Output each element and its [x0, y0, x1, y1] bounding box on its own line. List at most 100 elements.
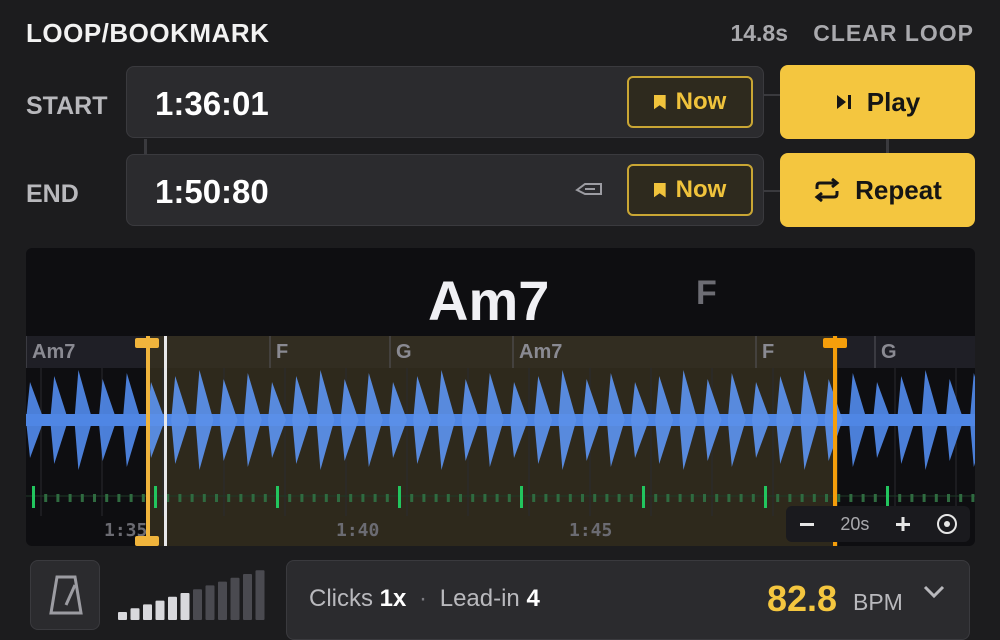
beat-tick	[544, 494, 548, 502]
beat-tick	[117, 494, 121, 502]
zoom-level: 20s	[840, 513, 870, 534]
beat-tick	[459, 494, 462, 502]
repeat-label: Repeat	[855, 174, 942, 205]
volume-bar	[180, 593, 190, 620]
beat-tick	[751, 494, 755, 502]
beat-tick	[398, 486, 401, 508]
playhead[interactable]	[164, 336, 167, 546]
volume-bar	[118, 612, 127, 620]
beat-tick	[190, 494, 194, 502]
start-now-label: Now	[675, 88, 727, 115]
beat-tick	[593, 494, 597, 502]
plus-icon[interactable]	[894, 515, 912, 533]
beat-tick	[666, 494, 670, 502]
loop-end-handle-top[interactable]	[823, 338, 847, 348]
volume-bar	[205, 585, 215, 620]
chord-label: G	[881, 341, 897, 363]
waveform-peak	[74, 370, 93, 470]
beat-tick	[715, 494, 719, 502]
beat-tick	[288, 494, 292, 502]
eraser-icon[interactable]	[575, 181, 603, 197]
beat-tick	[812, 494, 816, 502]
beat-tick	[105, 494, 109, 502]
start-now-button[interactable]: Now	[627, 76, 753, 128]
start-label: START	[26, 92, 108, 120]
end-now-button[interactable]: Now	[627, 164, 753, 216]
clear-loop-button[interactable]: CLEAR LOOP	[813, 20, 974, 47]
beat-tick	[300, 494, 304, 502]
beat-tick	[56, 494, 60, 502]
beat-tick	[629, 494, 633, 502]
beat-tick	[483, 494, 487, 502]
chord-label: G	[396, 341, 412, 363]
beat-tick	[276, 486, 279, 508]
beat-tick	[861, 494, 865, 502]
loop-start-marker[interactable]	[146, 336, 150, 546]
minus-icon[interactable]	[798, 515, 816, 533]
start-time-field[interactable]: 1:36:01 Now	[126, 66, 764, 138]
beat-tick	[690, 494, 694, 502]
beat-tick	[215, 494, 218, 502]
beat-tick	[32, 486, 35, 508]
bookmark-icon	[653, 94, 666, 110]
beat-tick	[800, 494, 804, 502]
waveform-peak	[921, 370, 940, 470]
volume-meter[interactable]	[114, 566, 274, 620]
beat-tick	[227, 494, 231, 502]
play-from-start-icon	[836, 95, 851, 109]
beat-tick	[556, 494, 560, 502]
beat-tick	[910, 494, 914, 502]
chevron-down-icon[interactable]	[923, 585, 945, 599]
beat-tick	[44, 494, 48, 502]
waveform-peak	[848, 373, 867, 467]
beat-tick	[495, 494, 499, 502]
chord-label: Am7	[519, 341, 562, 363]
beat-tick	[312, 494, 316, 502]
end-label: END	[26, 180, 79, 208]
beat-tick	[934, 494, 938, 502]
beat-tick	[776, 494, 780, 502]
beat-tick	[898, 494, 902, 502]
clicks-value: 1x	[379, 585, 407, 612]
beat-tick	[764, 486, 767, 508]
volume-bar	[230, 577, 240, 620]
beat-tick	[568, 494, 572, 502]
chord-label: F	[762, 341, 774, 363]
beat-tick	[922, 494, 926, 502]
waveform-peak	[122, 373, 141, 467]
end-now-label: Now	[675, 176, 727, 203]
beat-tick	[825, 494, 828, 502]
loop-start-handle-bottom[interactable]	[135, 536, 159, 546]
bookmark-icon	[653, 182, 666, 198]
bpm-value: 82.8	[767, 578, 838, 619]
beat-tick	[739, 494, 743, 502]
beat-tick	[154, 486, 157, 508]
end-time-field[interactable]: 1:50:80 Now	[126, 154, 764, 226]
clicks-label: Clicks	[309, 585, 373, 612]
target-icon[interactable]	[936, 513, 958, 535]
beat-tick	[373, 494, 377, 502]
beat-tick	[129, 494, 133, 502]
leadin-value: 4	[526, 585, 540, 612]
volume-bar	[193, 589, 202, 620]
beat-tick	[959, 494, 963, 502]
beat-tick	[654, 494, 658, 502]
loop-start-handle-top[interactable]	[135, 338, 159, 348]
waveform-panel[interactable]: Am7 F Am7 F G Am7 F G 1:35 1:40 1:45 20s	[26, 248, 975, 546]
beat-tick	[68, 494, 72, 502]
beat-tick	[507, 494, 511, 502]
waveform-peak	[98, 379, 117, 461]
metronome-icon	[49, 575, 83, 615]
time-label: 1:40	[336, 520, 379, 541]
volume-bar	[168, 596, 177, 620]
beat-tick	[349, 494, 353, 502]
repeat-button[interactable]: Repeat	[780, 153, 975, 227]
volume-bar	[143, 604, 152, 620]
end-time-value[interactable]: 1:50:80	[155, 173, 269, 211]
start-time-value[interactable]: 1:36:01	[155, 85, 269, 123]
play-button[interactable]: Play	[780, 65, 975, 139]
beat-tick	[361, 494, 365, 502]
metronome-settings[interactable]: Clicks 1x · Lead-in 4 82.8 BPM	[286, 560, 970, 640]
bpm-unit: BPM	[853, 589, 903, 615]
beat-tick	[471, 494, 475, 502]
